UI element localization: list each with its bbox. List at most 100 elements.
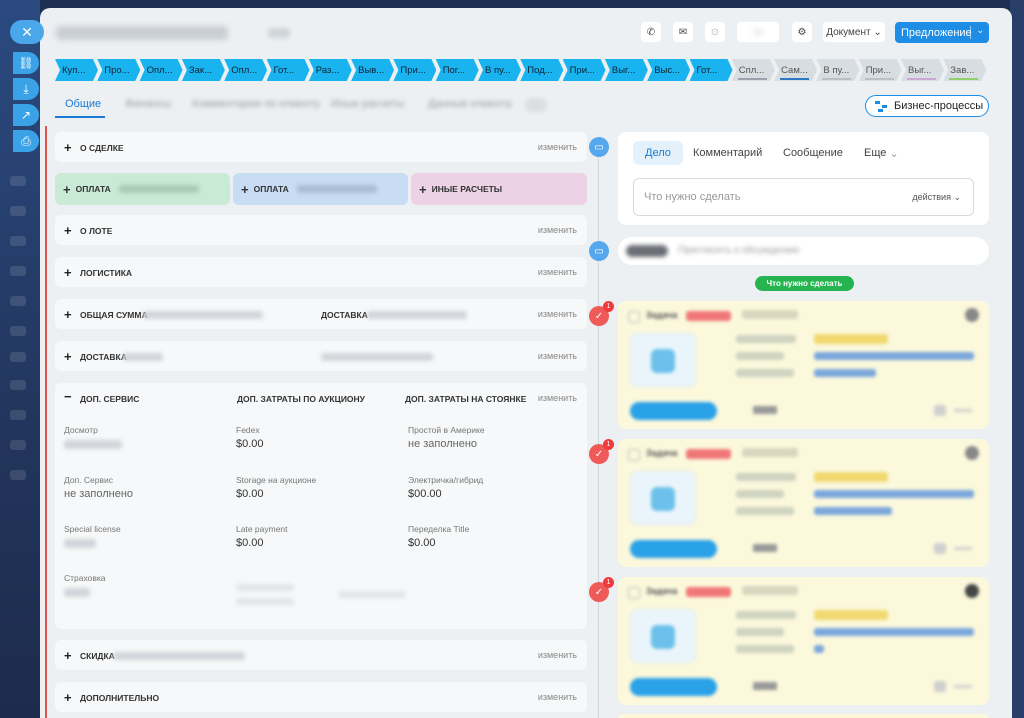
- plus-icon[interactable]: +: [64, 349, 72, 364]
- done-button[interactable]: [630, 402, 717, 420]
- stage-22[interactable]: Зав...: [943, 59, 986, 81]
- stage-13[interactable]: При...: [563, 59, 606, 81]
- plus-icon[interactable]: +: [64, 307, 72, 322]
- edit-link[interactable]: изменить: [538, 393, 577, 403]
- field-value[interactable]: $0.00: [236, 537, 264, 549]
- stage-10[interactable]: Пог...: [436, 59, 479, 81]
- plus-icon[interactable]: +: [64, 690, 72, 705]
- section-logistics[interactable]: + ЛОГИСТИКА изменить: [55, 257, 587, 287]
- section-payment-2[interactable]: + ОПЛАТА: [233, 173, 408, 205]
- stage-8[interactable]: Выв...: [351, 59, 394, 81]
- section-title: ДОП. СЕРВИС: [80, 394, 140, 404]
- lang-selector[interactable]: ru: [737, 22, 779, 42]
- plus-icon[interactable]: +: [64, 140, 72, 155]
- stage-14[interactable]: Выг...: [605, 59, 648, 81]
- task-card[interactable]: Задача: [618, 577, 989, 705]
- tab-more[interactable]: Еще ⌄: [852, 141, 911, 165]
- stage-color-bar: [822, 78, 851, 80]
- task-card[interactable]: Задача: [618, 439, 989, 567]
- field-value[interactable]: $00.00: [408, 488, 442, 500]
- offer-button[interactable]: Предложение ⌄: [895, 22, 989, 43]
- actions-dropdown[interactable]: действия ⌄: [912, 192, 961, 203]
- stage-3[interactable]: Опл...: [140, 59, 183, 81]
- done-button[interactable]: [630, 540, 717, 558]
- stage-2[interactable]: Про...: [97, 59, 140, 81]
- mail-icon[interactable]: ✉: [673, 22, 693, 42]
- tab-finance[interactable]: Финансы: [125, 98, 171, 110]
- close-icon[interactable]: ✕: [10, 20, 44, 44]
- tab-comments[interactable]: Комментарии по клиенту: [192, 98, 320, 110]
- stage-1[interactable]: Куп...: [55, 59, 98, 81]
- stage-15[interactable]: Выс...: [647, 59, 690, 81]
- stage-19[interactable]: В пу...: [816, 59, 859, 81]
- section-lot[interactable]: + О ЛОТЕ изменить: [55, 215, 587, 245]
- stage-16[interactable]: Гот...: [690, 59, 733, 81]
- edit-link[interactable]: изменить: [538, 650, 577, 660]
- edit-link[interactable]: изменить: [538, 692, 577, 702]
- link-icon[interactable]: ⛓: [13, 52, 39, 74]
- stage-4[interactable]: Зак...: [182, 59, 225, 81]
- print-icon[interactable]: ⎙: [13, 130, 39, 152]
- discussion-invite[interactable]: Пригласить к обсуждению: [618, 237, 989, 265]
- tab-other[interactable]: Иные расчеты: [331, 98, 404, 110]
- section-about-deal[interactable]: + О СДЕЛКЕ изменить: [55, 132, 587, 162]
- edit-link[interactable]: изменить: [538, 267, 577, 277]
- minus-icon[interactable]: −: [64, 389, 72, 404]
- section-total-sum[interactable]: + ОБЩАЯ СУММА ДОСТАВКА изменить: [55, 299, 587, 329]
- field-label: Переделка Title: [408, 524, 470, 534]
- external-link-icon[interactable]: ↗: [13, 104, 39, 126]
- section-discount[interactable]: + СКИДКА изменить: [55, 640, 587, 670]
- task-checkbox[interactable]: [628, 449, 640, 461]
- tab-message[interactable]: Сообщение: [771, 141, 855, 165]
- blurred-value: [64, 440, 122, 449]
- plus-icon[interactable]: +: [419, 182, 427, 197]
- edit-link[interactable]: изменить: [538, 225, 577, 235]
- section-delivery[interactable]: + ДОСТАВКА изменить: [55, 341, 587, 371]
- section-payment-1[interactable]: + ОПЛАТА: [55, 173, 230, 205]
- chevron-down-icon[interactable]: ⌄: [976, 25, 984, 36]
- plus-icon[interactable]: +: [63, 182, 71, 197]
- stage-11[interactable]: В пу...: [478, 59, 521, 81]
- stage-7[interactable]: Раз...: [309, 59, 352, 81]
- tab-more[interactable]: [525, 98, 547, 112]
- gear-icon[interactable]: ⚙: [792, 22, 812, 42]
- field-value[interactable]: не заполнено: [64, 488, 133, 500]
- section-other-calc[interactable]: + ИНЫЕ РАСЧЕТЫ: [411, 173, 587, 205]
- plus-icon[interactable]: +: [241, 182, 249, 197]
- plus-icon[interactable]: +: [64, 648, 72, 663]
- tab-general[interactable]: Общие: [65, 98, 101, 110]
- stage-18[interactable]: Сам...: [774, 59, 817, 81]
- stage-12[interactable]: Под...: [520, 59, 563, 81]
- business-processes-button[interactable]: Бизнес-процессы: [865, 95, 989, 117]
- task-card[interactable]: [618, 714, 989, 718]
- stage-20[interactable]: При...: [859, 59, 902, 81]
- stage-5[interactable]: Опл...: [224, 59, 267, 81]
- download-icon[interactable]: ⤓: [13, 78, 39, 100]
- task-card[interactable]: Задача: [618, 301, 989, 429]
- tab-task[interactable]: Дело: [633, 141, 683, 165]
- stage-6[interactable]: Гот...: [267, 59, 310, 81]
- todo-input[interactable]: Что нужно сделать действия ⌄: [633, 178, 974, 216]
- field-value[interactable]: не заполнено: [408, 438, 477, 450]
- edit-link[interactable]: изменить: [538, 142, 577, 152]
- tab-comment[interactable]: Комментарий: [681, 141, 774, 165]
- edit-link[interactable]: изменить: [538, 309, 577, 319]
- stage-9[interactable]: При...: [393, 59, 436, 81]
- section-additional[interactable]: + ДОПОЛНИТЕЛЬНО изменить: [55, 682, 587, 712]
- stage-21[interactable]: Выг...: [901, 59, 944, 81]
- document-button[interactable]: Документ ⌄: [823, 22, 885, 42]
- task-checkbox[interactable]: [628, 587, 640, 599]
- task-checkbox[interactable]: [628, 311, 640, 323]
- field-value[interactable]: $0.00: [408, 537, 436, 549]
- plus-icon[interactable]: +: [64, 265, 72, 280]
- field-value[interactable]: $0.00: [236, 488, 264, 500]
- edit-link[interactable]: изменить: [538, 351, 577, 361]
- stage-17[interactable]: Спл...: [732, 59, 775, 81]
- lock-icon[interactable]: ⊙: [705, 22, 725, 42]
- menu-icon: [10, 410, 26, 420]
- done-button[interactable]: [630, 678, 717, 696]
- plus-icon[interactable]: +: [64, 223, 72, 238]
- tab-client[interactable]: Данные клиента: [428, 98, 512, 110]
- field-value[interactable]: $0.00: [236, 438, 264, 450]
- phone-icon[interactable]: ✆: [641, 22, 661, 42]
